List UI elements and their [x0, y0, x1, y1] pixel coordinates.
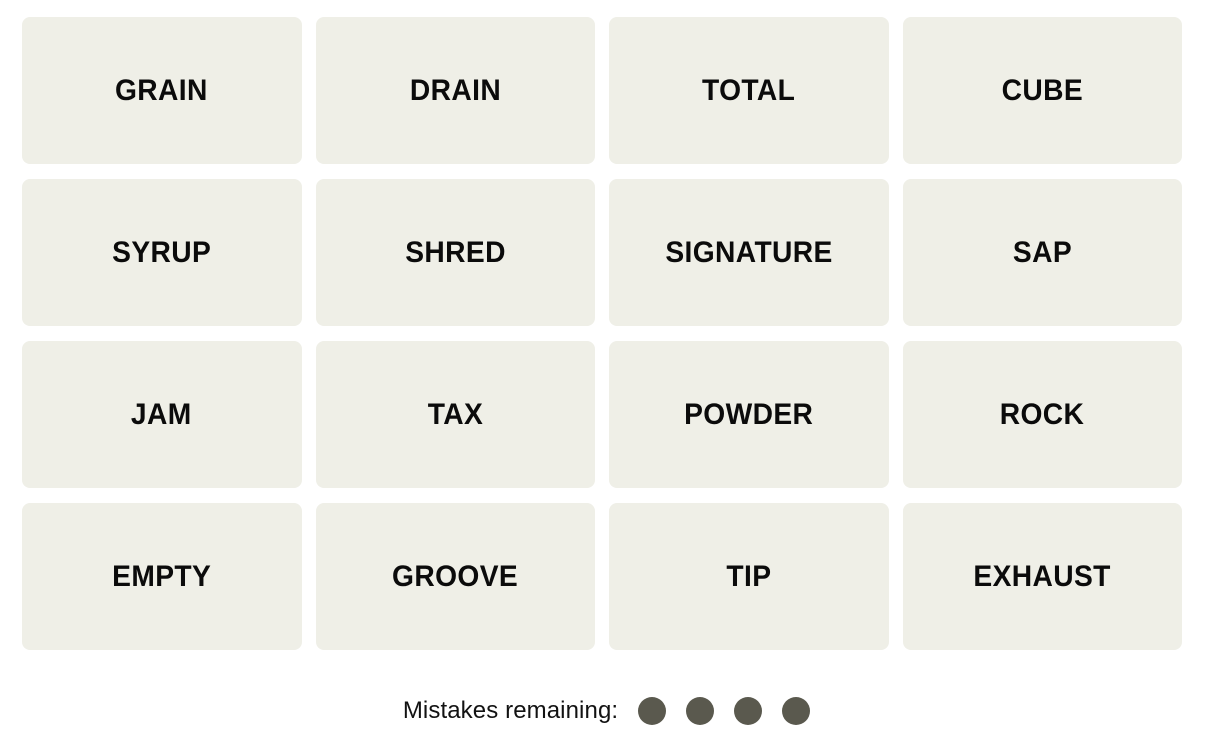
word-tile[interactable]: ROCK [902, 341, 1182, 488]
word-tile-label: SAP [1012, 235, 1072, 269]
word-tile[interactable]: GROOVE [315, 503, 595, 650]
mistake-dot-icon [782, 697, 811, 725]
word-tile[interactable]: GRAIN [22, 17, 302, 164]
mistakes-remaining: Mistakes remaining: [0, 697, 1213, 725]
mistake-dot-icon [734, 697, 763, 725]
word-tile[interactable]: EMPTY [22, 503, 302, 650]
word-tile[interactable]: CUBE [902, 17, 1182, 164]
word-tile-label: TIP [726, 559, 772, 593]
word-tile[interactable]: EXHAUST [902, 503, 1182, 650]
word-tile[interactable]: POWDER [609, 341, 889, 488]
word-tile[interactable]: TIP [609, 503, 889, 650]
word-tile[interactable]: SYRUP [22, 179, 302, 326]
word-tile-label: TAX [427, 397, 483, 431]
mistakes-dot-list [638, 697, 811, 725]
word-tile-label: SHRED [404, 235, 506, 269]
word-tile-label: ROCK [999, 397, 1085, 431]
mistakes-remaining-label: Mistakes remaining: [402, 697, 619, 724]
word-tile-label: SYRUP [112, 235, 212, 269]
word-tile[interactable]: SAP [902, 179, 1182, 326]
word-tile-label: EMPTY [112, 559, 212, 593]
connections-game-board: GRAIN DRAIN TOTAL CUBE SYRUP SHRED SIGNA… [0, 0, 1213, 750]
word-tile-label: TOTAL [702, 73, 796, 107]
mistake-dot-icon [638, 697, 667, 725]
word-tile-label: JAM [131, 397, 193, 431]
word-tile-label: GRAIN [115, 73, 209, 107]
word-tile-label: SIGNATURE [665, 235, 833, 269]
word-tile[interactable]: TAX [315, 341, 595, 488]
word-tile-label: DRAIN [409, 73, 501, 107]
mistake-dot-icon [686, 697, 715, 725]
word-tile[interactable]: JAM [22, 341, 302, 488]
word-tile[interactable]: DRAIN [315, 17, 595, 164]
word-tile[interactable]: SHRED [315, 179, 595, 326]
word-tile-label: EXHAUST [973, 559, 1111, 593]
word-tile-label: POWDER [684, 397, 814, 431]
word-tile-grid: GRAIN DRAIN TOTAL CUBE SYRUP SHRED SIGNA… [22, 17, 1182, 650]
word-tile[interactable]: TOTAL [609, 17, 889, 164]
word-tile-label: CUBE [1001, 73, 1083, 107]
word-tile-label: GROOVE [392, 559, 519, 593]
word-tile[interactable]: SIGNATURE [609, 179, 889, 326]
